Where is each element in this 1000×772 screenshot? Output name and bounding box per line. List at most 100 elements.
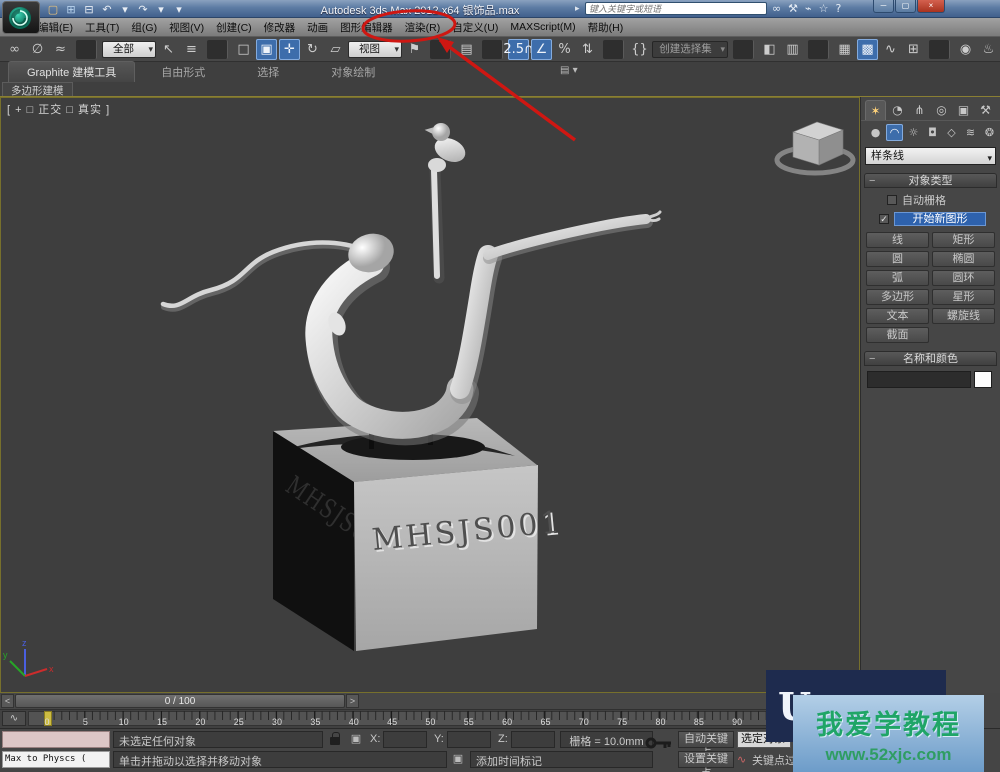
- select-object-icon[interactable]: ↖: [158, 39, 179, 60]
- name-color-rollout-header[interactable]: − 名称和颜色: [864, 351, 997, 366]
- cat-lights[interactable]: ☼: [905, 124, 922, 141]
- absolute-offset-toggle-icon[interactable]: ▣: [348, 732, 364, 748]
- named-selection-sets-combo[interactable]: 创建选择集: [652, 40, 728, 58]
- shape-button[interactable]: 文本: [866, 308, 929, 324]
- object-type-rollout-header[interactable]: − 对象类型: [864, 173, 997, 188]
- autogrid-checkbox[interactable]: [887, 195, 897, 205]
- application-menu-button[interactable]: [2, 1, 40, 34]
- tab-create[interactable]: ✶: [865, 100, 886, 120]
- redo-dropdown-caret[interactable]: ▾: [154, 3, 168, 16]
- selection-lock-icon[interactable]: [330, 732, 340, 745]
- menu-item[interactable]: 渲染(R): [399, 20, 447, 35]
- shape-button[interactable]: 圆: [866, 251, 929, 267]
- tab-graphite-modeling[interactable]: Graphite 建模工具: [8, 61, 136, 82]
- tab-selection[interactable]: 选择: [231, 62, 305, 82]
- reference-coordinate-dropdown[interactable]: 视图: [348, 40, 402, 58]
- add-time-tag[interactable]: 添加时间标记: [470, 751, 653, 768]
- quick-access-customize-caret[interactable]: ▾: [172, 3, 186, 16]
- bind-to-space-warp-icon[interactable]: ≈: [50, 39, 71, 60]
- z-coordinate-field[interactable]: [511, 731, 555, 748]
- menu-item[interactable]: 组(G): [125, 20, 163, 35]
- shape-button[interactable]: 矩形: [932, 232, 995, 248]
- tab-utilities[interactable]: ⚒: [975, 100, 996, 120]
- unlink-selection-icon[interactable]: ∅: [27, 39, 48, 60]
- favorites-star-icon[interactable]: ☆: [819, 2, 829, 15]
- infocenter-icon[interactable]: ⌁: [805, 2, 812, 15]
- select-and-manipulate-icon[interactable]: ⚑: [404, 39, 425, 60]
- snaps-toggle-icon[interactable]: 2.5∩: [503, 38, 534, 60]
- set-key-button[interactable]: 设置关键点: [678, 751, 734, 772]
- ribbon-subtab-polygon-modeling[interactable]: 多边形建模: [2, 82, 73, 97]
- select-and-scale-icon[interactable]: ▱: [325, 39, 346, 60]
- select-and-link-icon[interactable]: ∞: [4, 39, 25, 60]
- search-expand-caret[interactable]: ▸: [575, 3, 580, 14]
- auto-key-button[interactable]: 自动关键点: [678, 731, 734, 760]
- layer-manager-icon[interactable]: ▦: [834, 39, 855, 60]
- cat-helpers[interactable]: ◇: [943, 124, 960, 141]
- selection-region-icon[interactable]: □: [233, 39, 254, 60]
- object-color-swatch[interactable]: [974, 371, 992, 388]
- object-name-input[interactable]: [867, 371, 971, 388]
- ribbon-minimize-icon[interactable]: ▤ ▾: [560, 65, 578, 78]
- menu-item[interactable]: 自定义(U): [446, 20, 504, 35]
- shape-button[interactable]: 螺旋线: [932, 308, 995, 324]
- material-editor-icon[interactable]: ◉: [955, 39, 976, 60]
- spinner-snap-icon[interactable]: ⇅: [577, 39, 598, 60]
- open-file-icon[interactable]: ⊞: [64, 3, 78, 16]
- shape-button[interactable]: 圆环: [932, 270, 995, 286]
- isolate-selection-icon[interactable]: ▣: [450, 752, 466, 768]
- viewcube[interactable]: [774, 121, 856, 176]
- undo-icon[interactable]: ↶: [100, 3, 114, 16]
- shape-button[interactable]: 线: [866, 232, 929, 248]
- curve-editor-icon[interactable]: ∿: [880, 39, 901, 60]
- track-bar[interactable]: ∿ 0 5 10 15 20 25 30 35 40 45 50 55 60 65 70 75 80 85 90: [0, 710, 860, 728]
- maxscript-mini-listener[interactable]: [2, 731, 110, 748]
- cat-space-warps[interactable]: ≋: [962, 124, 979, 141]
- search-binoculars-icon[interactable]: ∞: [772, 2, 781, 15]
- next-frame-button[interactable]: >: [346, 694, 359, 708]
- menu-item[interactable]: 创建(C): [210, 20, 258, 35]
- keyboard-override-icon[interactable]: ▤: [456, 39, 477, 60]
- time-slider-handle[interactable]: 0 / 100: [15, 694, 345, 708]
- align-icon[interactable]: ▥: [782, 39, 803, 60]
- mirror-icon[interactable]: ◧: [759, 39, 780, 60]
- menu-item[interactable]: 帮助(H): [582, 20, 630, 35]
- mini-curve-editor-icon[interactable]: ∿: [2, 711, 26, 726]
- tab-object-paint[interactable]: 对象绘制: [305, 62, 401, 82]
- y-coordinate-field[interactable]: [447, 731, 491, 748]
- search-input[interactable]: [585, 2, 767, 15]
- tab-hierarchy[interactable]: ⋔: [909, 100, 930, 120]
- tab-display[interactable]: ▣: [953, 100, 974, 120]
- render-setup-icon[interactable]: ♨: [978, 39, 999, 60]
- new-file-icon[interactable]: ▢: [46, 3, 60, 16]
- start-new-shape-checkbox[interactable]: ✓: [879, 214, 889, 224]
- perspective-viewport[interactable]: [ + □ 正交 □ 真实 ] MHSJS001 MHSJS001 MHSJS0…: [0, 97, 860, 693]
- x-coordinate-field[interactable]: [383, 731, 427, 748]
- shape-button[interactable]: 星形: [932, 289, 995, 305]
- save-file-icon[interactable]: ⊟: [82, 3, 96, 16]
- select-and-rotate-icon[interactable]: ↻: [302, 39, 323, 60]
- select-and-move-icon[interactable]: ✛: [279, 38, 300, 60]
- shape-button[interactable]: 多边形: [866, 289, 929, 305]
- menu-item[interactable]: 修改器: [258, 20, 302, 35]
- viewport-label[interactable]: [ + □ 正交 □ 真实 ]: [7, 101, 110, 117]
- menu-item[interactable]: MAXScript(M): [504, 21, 581, 33]
- selection-filter-dropdown[interactable]: 全部: [102, 40, 156, 58]
- undo-dropdown-caret[interactable]: ▾: [118, 3, 132, 16]
- cat-geometry[interactable]: ●: [867, 124, 884, 141]
- edit-named-sets-icon[interactable]: {}: [629, 39, 650, 60]
- shape-button[interactable]: 弧: [866, 270, 929, 286]
- key-filters-curve-icon[interactable]: ∿: [737, 753, 746, 766]
- window-crossing-icon[interactable]: ▣: [256, 38, 277, 60]
- menu-item[interactable]: 工具(T): [79, 20, 125, 35]
- graphite-ribbon-toggle-icon[interactable]: ▩: [857, 38, 878, 60]
- shape-type-dropdown[interactable]: 样条线: [865, 147, 996, 166]
- select-by-name-icon[interactable]: ≡: [181, 39, 202, 60]
- shape-button[interactable]: 截面: [866, 327, 929, 343]
- schematic-view-icon[interactable]: ⊞: [903, 39, 924, 60]
- shape-button[interactable]: 椭圆: [932, 251, 995, 267]
- help-icon[interactable]: ?: [836, 2, 842, 15]
- cat-systems[interactable]: ❂: [981, 124, 998, 141]
- tab-freeform[interactable]: 自由形式: [135, 62, 231, 82]
- menu-item[interactable]: 图形编辑器: [334, 20, 399, 35]
